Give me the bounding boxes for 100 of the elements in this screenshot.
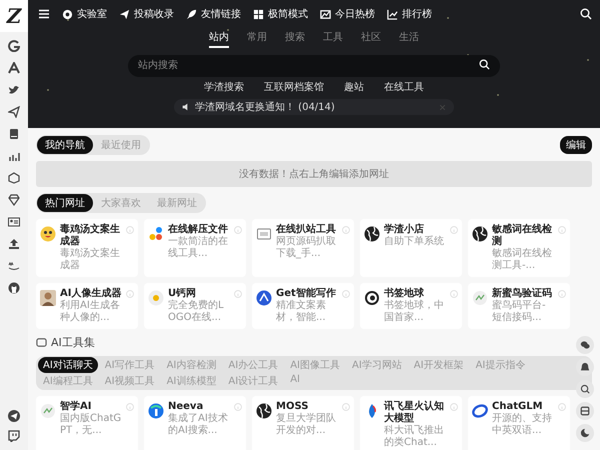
site-description: 网页源码扒取下载_手... bbox=[276, 236, 337, 260]
search-tab[interactable]: 常用 bbox=[247, 30, 267, 48]
drawer-icon bbox=[580, 406, 590, 416]
site-title: 书签地球 bbox=[384, 288, 425, 300]
site-title: ChatGLM bbox=[492, 401, 544, 412]
quick-link[interactable]: 互联网档案馆 bbox=[264, 80, 324, 94]
site-title: Get智能写作 bbox=[276, 288, 337, 300]
theme-button[interactable] bbox=[576, 424, 594, 442]
tab[interactable]: 热门网址 bbox=[37, 194, 93, 212]
paper-plane-icon bbox=[119, 8, 130, 20]
paper-plane-icon[interactable] bbox=[8, 106, 20, 118]
broken-image-icon bbox=[40, 403, 56, 419]
site-description: 科大讯飞推出的类Chat... bbox=[384, 425, 445, 449]
site-card[interactable]: MOSS 复旦大学团队开发的对... bbox=[252, 396, 354, 450]
smiley-icon bbox=[40, 226, 56, 242]
site-title: 在线扒站工具 bbox=[276, 224, 337, 236]
nav-link[interactable]: 极简模式 bbox=[253, 7, 308, 21]
ring-icon[interactable] bbox=[8, 40, 20, 52]
nav-link[interactable]: 实验室 bbox=[62, 7, 107, 21]
site-card[interactable]: 在线扒站工具 网页源码扒取下载_手... bbox=[252, 219, 354, 277]
nav-link[interactable]: 今日热榜 bbox=[320, 7, 375, 21]
site-card[interactable]: 学渣小店 自助下单系统 bbox=[360, 219, 462, 277]
site-card[interactable]: 在线解压文件 一款简洁的在线工具... bbox=[144, 219, 246, 277]
site-description: 开源的、支持中英双语... bbox=[492, 413, 553, 437]
nav-link[interactable]: 投稿收录 bbox=[119, 7, 174, 21]
globe-icon bbox=[364, 226, 380, 242]
chat-button[interactable] bbox=[576, 336, 594, 354]
site-description: 国内版ChatGPT，无... bbox=[60, 413, 122, 437]
nav-link[interactable]: 排行榜 bbox=[387, 7, 432, 21]
cat-icon[interactable] bbox=[8, 282, 20, 294]
search-tab[interactable]: 站内 bbox=[209, 30, 229, 48]
site-card[interactable]: 讯飞星火认知大模型 科大讯飞推出的类Chat... bbox=[360, 396, 462, 450]
picture-icon bbox=[320, 8, 331, 20]
site-card[interactable]: Get智能写作 精准文案素材，智能... bbox=[252, 283, 354, 329]
site-description: 蜜鸟码平台-短信接码... bbox=[492, 300, 547, 324]
site-card[interactable]: 书签地球 书签地球，中国首家... bbox=[360, 283, 462, 329]
search-icon bbox=[580, 384, 590, 394]
edit-button[interactable]: 编辑 bbox=[560, 136, 592, 154]
section-title: AI工具集 bbox=[51, 335, 95, 350]
site-title: 毒鸡汤文案生成器 bbox=[60, 224, 121, 248]
site-description: 精准文案素材，智能... bbox=[276, 300, 327, 324]
site-title: AI人像生成器 bbox=[60, 288, 122, 300]
site-card[interactable]: 毒鸡汤文案生成器 毒鸡汤文案生成器 bbox=[36, 219, 138, 277]
site-description: 毒鸡汤文案生成器 bbox=[60, 248, 121, 272]
gear-icon bbox=[148, 290, 164, 306]
site-title: 智学AI bbox=[60, 401, 92, 412]
bird-icon[interactable] bbox=[8, 84, 20, 96]
site-card[interactable]: 智学AI 国内版ChatGPT，无... bbox=[36, 396, 138, 450]
site-card[interactable]: ChatGLM 开源的、支持中英双语... bbox=[468, 396, 570, 450]
menu-icon[interactable] bbox=[38, 8, 50, 20]
site-description: 自助下单系统 bbox=[384, 236, 445, 248]
paper-plane-icon[interactable] bbox=[8, 410, 20, 422]
search-tab[interactable]: 社区 bbox=[361, 30, 381, 48]
site-title: MOSS bbox=[276, 401, 310, 412]
page-icon bbox=[256, 226, 272, 242]
site-title: U钙网 bbox=[168, 288, 198, 300]
search-tab[interactable]: 搜索 bbox=[285, 30, 305, 48]
broken-image-icon bbox=[472, 290, 488, 306]
tab[interactable]: 我的导航 bbox=[37, 136, 93, 154]
search-button[interactable] bbox=[576, 380, 594, 398]
book-icon[interactable] bbox=[8, 128, 20, 140]
notice-text[interactable]: 学渣网域名更换通知！ (04/14) bbox=[195, 100, 335, 114]
globe-icon bbox=[472, 226, 488, 242]
site-description: 书签地球，中国首家... bbox=[384, 300, 445, 324]
drawer-button[interactable] bbox=[576, 402, 594, 420]
grid-icon bbox=[253, 8, 264, 20]
smile-curve-icon[interactable] bbox=[8, 260, 20, 272]
upload-icon[interactable] bbox=[8, 238, 20, 250]
diamond-icon[interactable] bbox=[8, 194, 20, 206]
speaker-icon bbox=[182, 103, 190, 111]
search-icon[interactable] bbox=[580, 8, 592, 20]
search-field[interactable]: 站内搜索 bbox=[128, 54, 500, 76]
empty-message: 没有数据！点右上角编辑添加网址 bbox=[239, 168, 389, 181]
site-card[interactable]: Neeva 集成了AI技术的AI搜索... bbox=[144, 396, 246, 450]
site-card[interactable]: U钙网 完全免费的LOGO在线... bbox=[144, 283, 246, 329]
peak-icon bbox=[256, 290, 272, 306]
site-title: 新蜜鸟验证码 bbox=[492, 288, 553, 300]
search-tab[interactable]: 生活 bbox=[399, 30, 419, 48]
tab[interactable]: AI对话聊天 bbox=[38, 357, 98, 373]
dots-icon bbox=[148, 226, 164, 242]
quick-link[interactable]: 学渣搜索 bbox=[204, 80, 244, 94]
id-card-icon[interactable] bbox=[8, 216, 20, 228]
line-chart-icon bbox=[387, 8, 398, 20]
site-description: 集成了AI技术的AI搜索... bbox=[168, 413, 229, 437]
bar-chart-icon[interactable] bbox=[8, 150, 20, 162]
quick-link[interactable]: 在线工具 bbox=[384, 80, 424, 94]
chat-bubble-icon[interactable] bbox=[8, 430, 20, 442]
quick-link[interactable]: 趣站 bbox=[344, 80, 364, 94]
tag-icon bbox=[36, 337, 47, 348]
site-card[interactable]: AI人像生成器 利用AI生成各种人像的... bbox=[36, 283, 138, 329]
site-card[interactable]: 新蜜鸟验证码 蜜鸟码平台-短信接码... bbox=[468, 283, 570, 329]
site-title: 学渣小店 bbox=[384, 224, 425, 236]
search-icon[interactable] bbox=[479, 58, 490, 70]
logo[interactable]: Z bbox=[0, 0, 28, 32]
site-card[interactable]: 敏感词在线检测 敏感词在线检测工具-... bbox=[468, 219, 570, 277]
search-tab[interactable]: 工具 bbox=[323, 30, 343, 48]
triangle-icon[interactable] bbox=[8, 62, 20, 74]
cube-icon[interactable] bbox=[8, 172, 20, 184]
nav-link[interactable]: 友情链接 bbox=[186, 7, 241, 21]
site-description: 完全免费的LOGO在线... bbox=[168, 300, 225, 324]
